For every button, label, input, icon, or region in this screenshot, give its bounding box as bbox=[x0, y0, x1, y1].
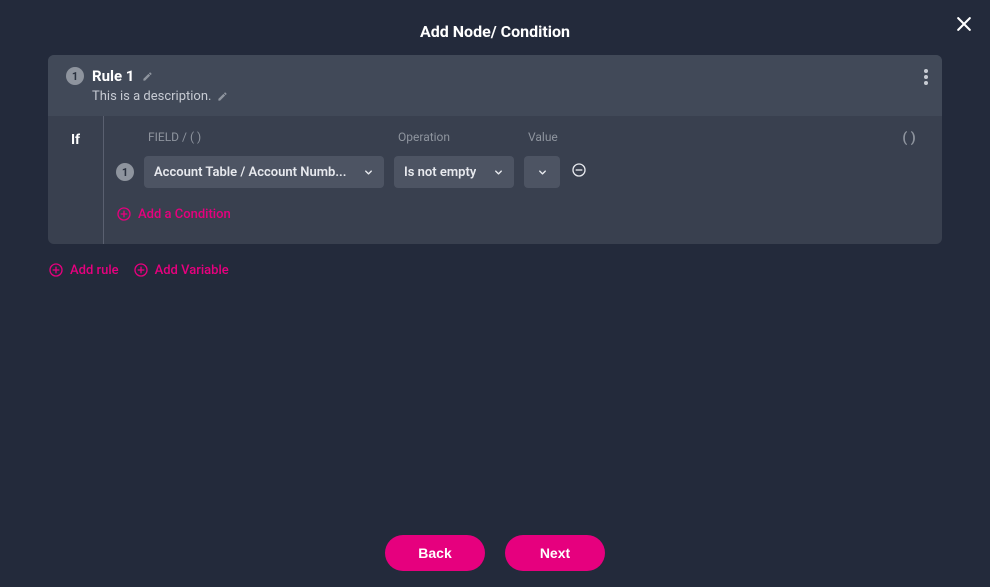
condition-row: 1 Account Table / Account Numb... Is not… bbox=[116, 156, 922, 188]
rule-more-button[interactable] bbox=[924, 69, 928, 89]
close-button[interactable] bbox=[954, 14, 974, 38]
page-title: Add Node/ Condition bbox=[0, 22, 990, 41]
plus-circle-icon bbox=[48, 262, 64, 278]
operation-dropdown-label: Is not empty bbox=[404, 165, 476, 180]
add-variable-label: Add Variable bbox=[155, 263, 229, 278]
header-value: Value bbox=[528, 130, 886, 146]
edit-description-icon[interactable] bbox=[217, 91, 228, 102]
add-rule-button[interactable]: Add rule bbox=[48, 262, 119, 278]
field-dropdown[interactable]: Account Table / Account Numb... bbox=[144, 156, 384, 188]
close-icon bbox=[954, 19, 974, 38]
plus-circle-icon bbox=[116, 206, 132, 222]
more-vertical-icon bbox=[924, 70, 928, 89]
header-operation: Operation bbox=[398, 130, 518, 146]
rule-description: This is a description. bbox=[92, 89, 211, 104]
value-dropdown[interactable] bbox=[524, 156, 560, 188]
rule-number-badge: 1 bbox=[66, 67, 84, 85]
add-condition-button[interactable]: Add a Condition bbox=[116, 206, 231, 222]
field-dropdown-label: Account Table / Account Numb... bbox=[154, 165, 346, 180]
chevron-down-icon bbox=[493, 167, 504, 178]
add-rule-label: Add rule bbox=[70, 263, 119, 278]
next-button[interactable]: Next bbox=[505, 535, 605, 571]
chevron-down-icon bbox=[537, 167, 548, 178]
plus-circle-icon bbox=[133, 262, 149, 278]
chevron-down-icon bbox=[363, 167, 374, 178]
operation-dropdown[interactable]: Is not empty bbox=[394, 156, 514, 188]
rule-title: Rule 1 bbox=[92, 67, 134, 85]
rule-card: 1 Rule 1 This is a description. If bbox=[48, 55, 942, 244]
add-condition-label: Add a Condition bbox=[138, 207, 231, 222]
header-field: FIELD / ( ) bbox=[148, 130, 388, 146]
add-variable-button[interactable]: Add Variable bbox=[133, 262, 229, 278]
back-button[interactable]: Back bbox=[385, 535, 485, 571]
remove-condition-button[interactable] bbox=[570, 163, 588, 181]
condition-number-badge: 1 bbox=[116, 163, 134, 181]
edit-title-icon[interactable] bbox=[142, 71, 153, 82]
rule-header: 1 Rule 1 This is a description. bbox=[48, 55, 942, 116]
header-paren: ( ) bbox=[896, 130, 922, 146]
minus-circle-icon bbox=[571, 162, 587, 182]
if-label: If bbox=[48, 132, 103, 148]
